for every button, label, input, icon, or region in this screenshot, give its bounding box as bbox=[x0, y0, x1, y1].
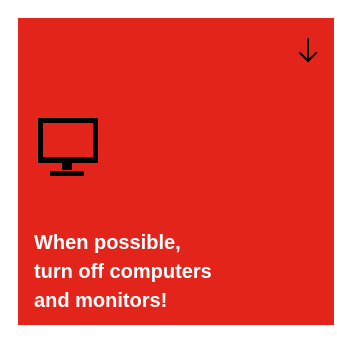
energy-tip-card[interactable]: When possible, turn off computers and mo… bbox=[18, 18, 334, 325]
arrow-down-icon[interactable] bbox=[298, 38, 318, 64]
monitor-icon bbox=[37, 117, 99, 178]
tip-message: When possible, turn off computers and mo… bbox=[34, 232, 212, 312]
